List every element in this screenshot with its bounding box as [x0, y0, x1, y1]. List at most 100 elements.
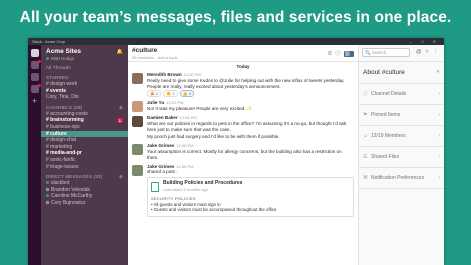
sidebar-item-label: # sonic-fanfic — [46, 156, 76, 163]
sidebar-item-dm[interactable]: Caroline McCarthy — [41, 193, 128, 200]
sidebar-item-channel[interactable]: # sonic-fanfic — [41, 157, 128, 164]
reaction-button[interactable]: 🎉 2 — [147, 90, 162, 98]
sidebar-item-label: slackbot — [51, 180, 70, 187]
bell-icon[interactable]: 🔔 — [117, 49, 123, 55]
message-author[interactable]: Jake Grimes — [147, 143, 174, 148]
message-author[interactable]: Damien Baker — [147, 115, 178, 120]
message-pane: #culture 59 members · Add a topic ✆ⓘ▥ To… — [128, 45, 358, 265]
channel-name[interactable]: #culture — [132, 47, 354, 54]
channels-header[interactable]: CHANNELS (29) ⊕ — [41, 101, 128, 111]
sidebar-item-label: # events — [46, 87, 67, 94]
details-panel-icon[interactable]: ▥ — [343, 51, 354, 57]
workspace-2-icon[interactable] — [30, 60, 41, 69]
sidebar-item-dm[interactable]: Cory Bujnowicz — [41, 200, 128, 207]
sidebar-item-channel[interactable]: # design-chat — [41, 137, 128, 144]
message-text: No! It was my pleasure! People are very … — [147, 106, 253, 112]
message-timestamp[interactable]: 12:50 PM — [184, 72, 201, 77]
panel-row[interactable]: ⚑ Pinned Items › — [359, 105, 444, 126]
panel-row[interactable]: ⌘ Notification Preferences › — [359, 168, 444, 189]
details-panel: 🔍 Search @☆⋮ About #culture ✕ ⓘ Channel D… — [358, 45, 444, 265]
avatar[interactable] — [132, 144, 143, 156]
at-icon[interactable]: @ — [416, 49, 425, 55]
avatar[interactable] — [132, 73, 143, 84]
message-author[interactable]: Julie Yu — [147, 100, 164, 105]
message-author[interactable]: Meredith Brown — [147, 72, 182, 77]
channels-header-label: CHANNELS (29) — [46, 104, 83, 110]
message-timestamp[interactable]: 12:58 PM — [176, 164, 193, 169]
sidebar-item-dm[interactable]: slackbot — [41, 180, 128, 187]
about-header: About #culture ✕ — [359, 62, 444, 84]
reaction-button[interactable]: 👍 4 — [179, 90, 194, 98]
window-titlebar: Slack - Acme Corp – □ ✕ — [28, 38, 444, 45]
sidebar-item-label: # triage-issues — [46, 163, 79, 170]
workspace-acme-icon[interactable] — [30, 49, 39, 57]
sidebar-item-label: # design-chat — [46, 137, 77, 144]
team-rail: + — [28, 45, 41, 265]
sidebar-item-channel[interactable]: # business-ops — [41, 124, 128, 131]
sidebar-item-label: Cory Bujnowicz — [51, 199, 86, 206]
message: Jake Grimes 12:56 PM Your assumption is co… — [132, 143, 354, 160]
sidebar-item-channel[interactable]: # accounting-costs — [41, 111, 128, 118]
members-icon: ☺ — [363, 133, 369, 139]
message: Meredith Brown 12:50 PM Really need to giv… — [132, 72, 354, 98]
add-channel-icon[interactable]: ⊕ — [119, 105, 123, 111]
message-author[interactable]: Jake Grimes — [147, 164, 174, 169]
sidebar-item-starred[interactable]: # events — [41, 88, 128, 95]
shared-post[interactable]: Building Policies and Procedures Last edi… — [147, 177, 354, 218]
message-text: What are our policies in regards to pets… — [147, 120, 347, 132]
sidebar-item-label: Cory, Tina, Dio — [46, 94, 79, 101]
panel-row[interactable]: ☺ 12/19 Members › — [359, 126, 444, 147]
pin-icon: ⚑ — [363, 112, 368, 118]
add-workspace-icon[interactable]: + — [31, 97, 39, 106]
sidebar-item-starred[interactable]: Cory, Tina, Dio — [41, 94, 128, 101]
panel-row[interactable]: ☰ Shared Files › — [359, 147, 444, 168]
sidebar-item-label: # business-ops — [46, 123, 80, 130]
dm-list: slackbot Brandon Veleslak Caroline McCarth… — [41, 180, 128, 206]
team-name-label: Acme Sites — [46, 48, 82, 55]
more-icon[interactable]: ⋮ — [433, 49, 442, 55]
all-threads[interactable]: All Threads — [41, 61, 128, 71]
message-timestamp[interactable]: 12:54 PM — [180, 115, 197, 120]
message-text: My pooch just had surgery and I’d like t… — [147, 134, 280, 140]
team-name[interactable]: Acme Sites 🔔 — [41, 45, 128, 55]
sidebar-item-channel[interactable]: # triage-issues — [41, 164, 128, 171]
avatar[interactable] — [132, 101, 143, 113]
message-list: Meredith Brown 12:50 PM Really need to giv… — [128, 72, 358, 218]
message-timestamp[interactable]: 12:52 PM — [166, 100, 183, 105]
workspace-4-icon[interactable] — [30, 84, 41, 93]
chevron-right-icon: › — [438, 175, 440, 181]
panel-row-label: 12/19 Members — [371, 133, 406, 139]
channel-meta[interactable]: 59 members · Add a topic — [132, 55, 354, 60]
message: Julie Yu 12:52 PM No! It was my pleasure! … — [132, 100, 354, 113]
reaction-button[interactable]: 👏 2 — [163, 90, 178, 98]
presence-icon — [46, 194, 49, 198]
sidebar-item-channel[interactable]: # media-and-pr — [41, 150, 128, 157]
sidebar-item-channel[interactable]: # marketing — [41, 144, 128, 151]
dm-header[interactable]: DIRECT MESSAGES (23) ⊕ — [41, 170, 128, 180]
sidebar-item-channel[interactable]: # culture — [41, 130, 128, 138]
message-timestamp[interactable]: 12:56 PM — [176, 143, 193, 148]
day-divider: Today — [236, 64, 250, 69]
sidebar-item-starred[interactable]: # design-work — [41, 81, 128, 88]
chevron-right-icon: › — [438, 112, 440, 118]
panel-row-label: Notification Preferences — [371, 175, 425, 181]
avatar[interactable] — [132, 115, 143, 127]
starred-list: # design-work # events Cory, Tina, Dio — [41, 81, 128, 101]
search-input[interactable]: 🔍 Search — [362, 48, 410, 57]
star-icon[interactable]: ☆ — [425, 49, 433, 55]
panel-row-label: Shared Files — [371, 154, 400, 160]
add-dm-icon[interactable]: ⊕ — [119, 174, 123, 180]
workspace-3-icon[interactable] — [30, 73, 39, 81]
sidebar-item-channel[interactable]: # brainstorming 1 — [41, 117, 128, 124]
dm-header-label: DIRECT MESSAGES (23) — [46, 174, 103, 180]
sidebar-item-label: # culture — [46, 130, 67, 137]
sidebar-item-dm[interactable]: Brandon Veleslak — [41, 187, 128, 194]
close-icon[interactable]: ✕ — [436, 69, 440, 75]
window-title: Slack - Acme Corp — [32, 39, 66, 44]
panel-row[interactable]: ⓘ Channel Details › — [359, 84, 444, 105]
avatar[interactable] — [132, 164, 143, 176]
chevron-right-icon: › — [438, 154, 440, 160]
app-window: Slack - Acme Corp – □ ✕ + Acme Sites 🔔 M… — [28, 38, 444, 265]
info-icon[interactable]: ⓘ — [335, 51, 344, 57]
window-controls[interactable]: – □ ✕ — [410, 38, 440, 45]
